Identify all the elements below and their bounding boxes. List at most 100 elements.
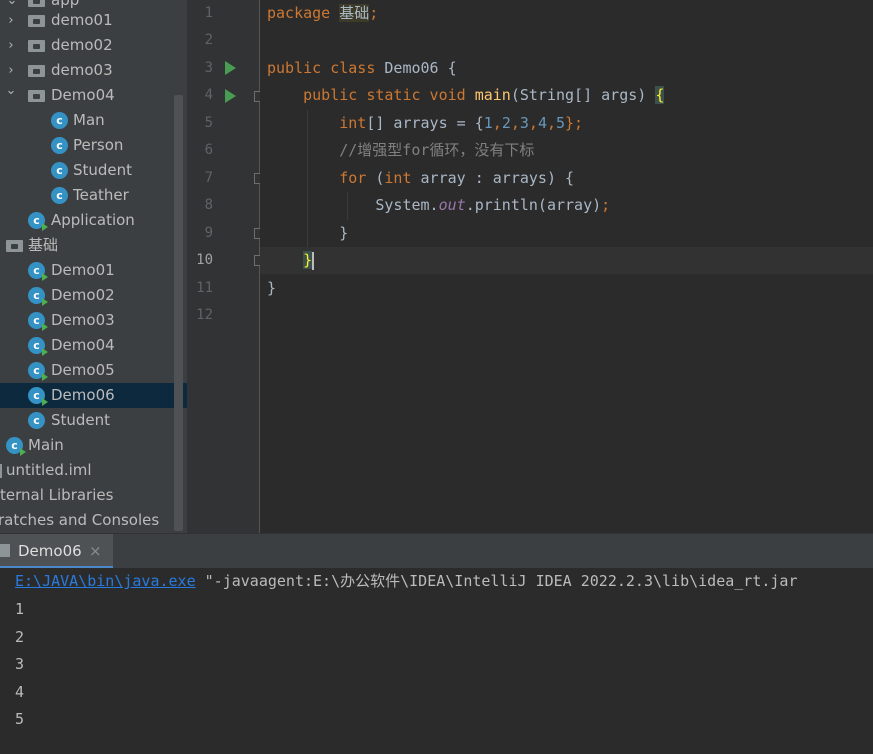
line-number: 7 bbox=[204, 170, 213, 186]
java-exe-link[interactable]: E:\JAVA\bin\java.exe bbox=[15, 572, 196, 590]
chevron-right-icon[interactable]: › bbox=[4, 33, 18, 58]
runnable-class-icon: c bbox=[28, 387, 48, 406]
token-brace: } bbox=[339, 224, 349, 242]
console-command-line: E:\JAVA\bin\java.exe "-javaagent:E:\办公软件… bbox=[15, 568, 797, 595]
token-text: System. bbox=[375, 196, 439, 214]
token-brace: } bbox=[267, 279, 277, 297]
tree-item-student[interactable]: c Student bbox=[0, 158, 187, 183]
code-line-3: public class Demo06 { bbox=[267, 55, 457, 82]
close-icon[interactable]: × bbox=[89, 534, 102, 569]
code-line-7: for (int array : arrays) { bbox=[267, 165, 574, 192]
line-number: 11 bbox=[196, 280, 213, 296]
token-keyword: public class bbox=[267, 59, 376, 77]
tree-item-teather[interactable]: c Teather bbox=[0, 183, 187, 208]
module-file-icon bbox=[0, 464, 2, 478]
package-icon bbox=[6, 240, 23, 252]
run-tool-window-header: Demo06 × bbox=[0, 533, 873, 569]
console-output-line: 4 bbox=[15, 683, 25, 701]
code-line-8: System.out.println(array); bbox=[267, 192, 610, 219]
runnable-class-icon: c bbox=[28, 337, 48, 356]
token-comma: , bbox=[510, 114, 520, 132]
tree-item-demo03-class[interactable]: c Demo03 bbox=[0, 308, 187, 333]
run-class-icon[interactable] bbox=[225, 61, 236, 75]
chevron-right-icon[interactable]: › bbox=[4, 8, 18, 33]
tree-item-scratches[interactable]: ratches and Consoles bbox=[0, 508, 187, 533]
token-brace-match: { bbox=[655, 86, 665, 104]
code-editor[interactable]: package 基础; public class Demo06 { public… bbox=[260, 0, 873, 533]
class-icon: c bbox=[51, 187, 68, 204]
tree-item-demo02-class[interactable]: c Demo02 bbox=[0, 283, 187, 308]
token-comma: , bbox=[528, 114, 538, 132]
token-static-field: out bbox=[438, 196, 466, 214]
tree-item-demo06-class[interactable]: c Demo06 bbox=[0, 383, 187, 408]
token-semicolon: ; bbox=[601, 196, 611, 214]
run-console[interactable]: E:\JAVA\bin\java.exe "-javaagent:E:\办公软件… bbox=[0, 568, 873, 754]
line-number: 4 bbox=[204, 87, 213, 103]
line-number: 3 bbox=[204, 60, 213, 76]
folder-icon bbox=[28, 40, 45, 52]
class-icon: c bbox=[51, 162, 68, 179]
command-args: "-javaagent:E:\办公软件\IDEA\IntelliJ IDEA 2… bbox=[195, 572, 798, 590]
line-number: 2 bbox=[204, 32, 213, 48]
line-number: 1 bbox=[204, 5, 213, 21]
token-text: (String[] args) bbox=[510, 86, 656, 104]
tree-item-person[interactable]: c Person bbox=[0, 133, 187, 158]
folder-icon bbox=[28, 0, 45, 7]
class-icon: c bbox=[28, 412, 45, 429]
chevron-down-icon[interactable]: ⌄ bbox=[4, 78, 18, 103]
project-tree: ⌄ app › demo01 › demo02 › demo03 ⌄ Demo0… bbox=[0, 0, 187, 533]
token-number: 4 bbox=[537, 114, 547, 132]
line-number: 6 bbox=[204, 142, 213, 158]
tree-item-student-class[interactable]: c Student bbox=[0, 408, 187, 433]
runnable-class-icon: c bbox=[28, 362, 48, 381]
token-number: 2 bbox=[501, 114, 511, 132]
current-line-highlight bbox=[260, 247, 873, 274]
run-tab-label: Demo06 bbox=[18, 542, 82, 560]
tree-item-demo04-class[interactable]: c Demo04 bbox=[0, 333, 187, 358]
tree-item-external-libraries[interactable]: ternal Libraries bbox=[0, 483, 187, 508]
folder-icon bbox=[28, 90, 45, 102]
tree-item-main-class[interactable]: c Main bbox=[0, 433, 187, 458]
line-number: 12 bbox=[196, 307, 213, 323]
runnable-class-icon: c bbox=[28, 262, 48, 281]
runnable-class-icon: c bbox=[28, 312, 48, 331]
token-number: 1 bbox=[483, 114, 493, 132]
folder-icon bbox=[28, 15, 45, 27]
tree-item-man[interactable]: c Man bbox=[0, 108, 187, 133]
code-line-5: int[] arrays = {1,2,3,4,5}; bbox=[267, 110, 583, 137]
token-keyword: package bbox=[267, 4, 331, 22]
token-text: }; bbox=[565, 114, 584, 132]
console-output-line: 5 bbox=[15, 710, 25, 728]
tree-item-untitled-iml[interactable]: untitled.iml bbox=[0, 458, 187, 483]
token-brace-match: } bbox=[303, 251, 313, 269]
run-tab-demo06[interactable]: Demo06 × bbox=[0, 534, 113, 569]
tree-item-demo04-folder[interactable]: ⌄ Demo04 bbox=[0, 83, 187, 108]
run-config-icon bbox=[0, 544, 10, 557]
code-line-1: package 基础; bbox=[267, 0, 378, 27]
tree-item-demo05-class[interactable]: c Demo05 bbox=[0, 358, 187, 383]
token-comma: , bbox=[492, 114, 502, 132]
token-text: array : arrays) { bbox=[411, 169, 575, 187]
line-number: 5 bbox=[204, 115, 213, 131]
run-main-icon[interactable] bbox=[225, 89, 236, 103]
token-semicolon: ; bbox=[369, 4, 379, 22]
tree-item-demo03[interactable]: › demo03 bbox=[0, 58, 187, 83]
tree-item-jichu-package[interactable]: 基础 bbox=[0, 233, 187, 258]
tree-item-demo01[interactable]: › demo01 bbox=[0, 8, 187, 33]
token-text: .println(array) bbox=[465, 196, 602, 214]
tree-item-demo01-class[interactable]: c Demo01 bbox=[0, 258, 187, 283]
token-keyword: for bbox=[339, 169, 367, 187]
token-text: [] arrays = { bbox=[366, 114, 484, 132]
code-line-10: } bbox=[267, 247, 315, 274]
tree-scrollbar[interactable] bbox=[174, 95, 183, 531]
tree-item-demo02[interactable]: › demo02 bbox=[0, 33, 187, 58]
console-output-line: 3 bbox=[15, 655, 25, 673]
text-caret bbox=[312, 251, 315, 270]
runnable-class-icon: c bbox=[28, 287, 48, 306]
runnable-class-icon: c bbox=[28, 212, 48, 231]
token-keyword: int bbox=[384, 169, 412, 187]
token-package: 基础 bbox=[339, 4, 370, 22]
tree-item-application[interactable]: c Application bbox=[0, 208, 187, 233]
token-keyword: public static void bbox=[303, 86, 466, 104]
line-number: 9 bbox=[204, 225, 213, 241]
